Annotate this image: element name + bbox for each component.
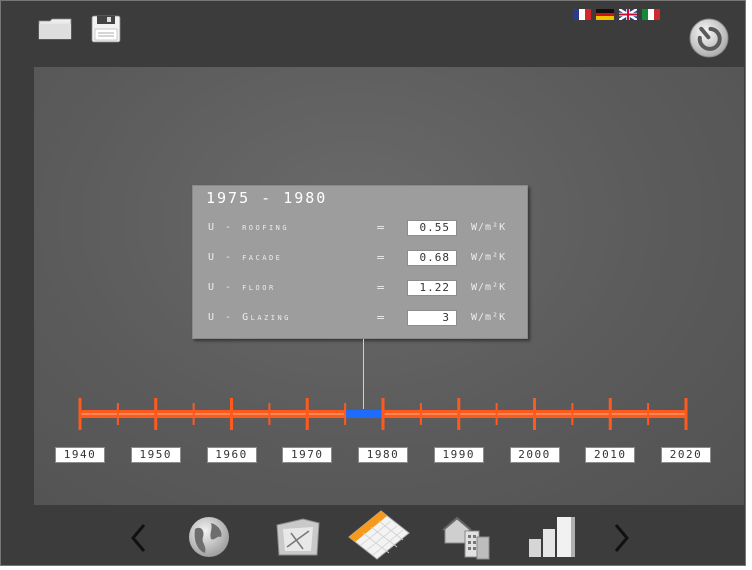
year-label[interactable]: 1970 <box>282 447 333 463</box>
timeline-selected-range <box>345 410 383 418</box>
bottom-navigation <box>1 507 745 567</box>
year-label[interactable]: 1940 <box>55 447 105 463</box>
bar-chart-icon[interactable] <box>525 515 577 559</box>
globe-icon[interactable] <box>187 515 231 559</box>
year-label[interactable]: 2000 <box>509 447 560 463</box>
year-label[interactable]: 2010 <box>585 447 636 463</box>
buildings-icon[interactable] <box>441 513 495 561</box>
year-label[interactable]: 1960 <box>206 447 257 463</box>
calendar-icon[interactable] <box>343 507 413 561</box>
year-label[interactable]: 1990 <box>433 447 484 463</box>
blueprint-icon[interactable] <box>273 515 323 559</box>
chevron-left-icon[interactable] <box>129 523 147 553</box>
timeline-slider[interactable] <box>1 1 752 471</box>
year-label[interactable]: 1950 <box>130 447 181 463</box>
year-label[interactable]: 1980 <box>358 447 408 463</box>
app-window: 1975 - 1980 U - roofing = 0.55 W/m²K U - fac… <box>0 0 746 566</box>
chevron-right-icon[interactable] <box>613 523 631 553</box>
year-label[interactable]: 2020 <box>661 447 711 463</box>
